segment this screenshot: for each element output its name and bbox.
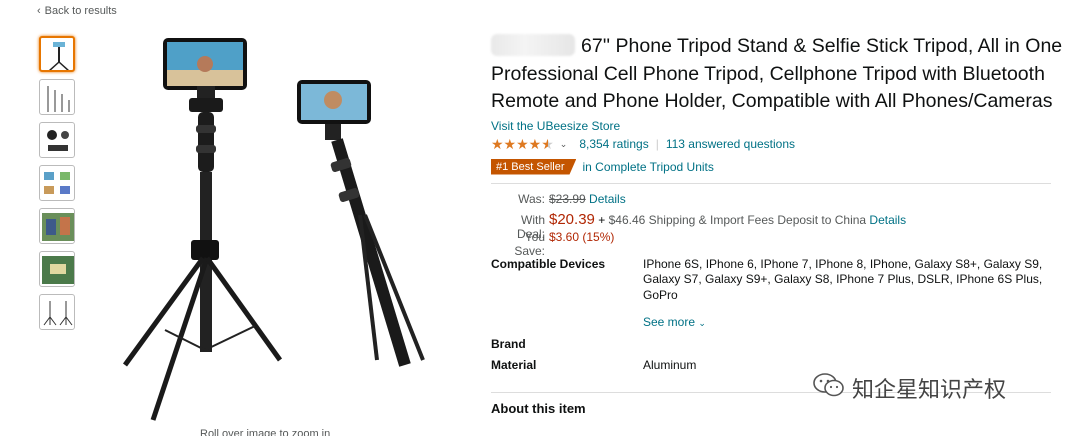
spec-row-devices: Compatible Devices IPhone 6S, IPhone 6, … — [491, 257, 1071, 304]
back-label: Back to results — [44, 5, 117, 17]
redacted-brand — [491, 34, 575, 56]
thumbnail-4[interactable] — [39, 165, 75, 201]
was-label: Was: — [518, 191, 545, 206]
image-caption: Roll over image to zoom in — [200, 428, 331, 436]
spec-label: Brand — [491, 337, 526, 351]
save-label: You Save: — [514, 229, 545, 258]
thumbnail-2[interactable] — [39, 79, 75, 115]
spec-value — [643, 337, 1043, 351]
savings-row: You Save: $3.60 (15%) — [491, 229, 1071, 258]
product-details: 67'' Phone Tripod Stand & Selfie Stick T… — [491, 33, 1071, 416]
spec-label: Material — [491, 358, 537, 372]
divider: | — [655, 137, 659, 151]
spec-value: IPhone 6S, IPhone 6, IPhone 7, IPhone 8,… — [643, 256, 1043, 302]
chevron-down-icon: ⌄ — [698, 318, 706, 328]
thumbnail-6[interactable] — [39, 251, 75, 287]
ratings-count-link[interactable]: 8,354 ratings — [579, 137, 648, 151]
star-rating-icon[interactable]: ★★★★★ — [491, 136, 554, 153]
thumbnail-7[interactable] — [39, 294, 75, 330]
was-price-row: Was: $23.99 Details — [491, 192, 1071, 211]
rating-row: ★★★★★ ⌄ 8,354 ratings | 113 answered que… — [491, 136, 1071, 153]
save-amount: $3.60 (15%) — [549, 229, 615, 244]
product-title-text: 67'' Phone Tripod Stand & Selfie Stick T… — [491, 35, 1063, 112]
watermark-text: 知企星知识产权 — [852, 377, 1007, 402]
product-title: 67'' Phone Tripod Stand & Selfie Stick T… — [491, 33, 1071, 116]
wechat-icon — [812, 372, 846, 404]
store-link[interactable]: Visit the UBeesize Store — [491, 119, 1071, 133]
thumbnail-1[interactable] — [39, 36, 75, 72]
divider-line — [491, 182, 1051, 184]
spec-label: Compatible Devices — [491, 256, 606, 271]
thumbnail-3[interactable] — [39, 122, 75, 158]
deal-price: $20.39 — [549, 210, 595, 228]
chevron-left-icon: ‹ — [37, 5, 41, 17]
best-seller-row: #1 Best Seller in Complete Tripod Units — [491, 159, 1071, 175]
spec-row-brand: Brand — [491, 337, 1071, 351]
was-price: $23.99 — [549, 191, 586, 206]
see-more-link[interactable]: See more ⌄ — [643, 315, 1071, 329]
best-seller-category-link[interactable]: in Complete Tripod Units — [582, 160, 713, 174]
shipping-details-link[interactable]: Details — [869, 213, 906, 227]
watermark: 知企星知识产权 — [812, 372, 1006, 404]
back-to-results-link[interactable]: ‹ Back to results — [37, 5, 117, 17]
answered-questions-link[interactable]: 113 answered questions — [666, 137, 795, 151]
thumbnail-5[interactable] — [39, 208, 75, 244]
chevron-down-icon[interactable]: ⌄ — [560, 139, 568, 150]
product-image[interactable] — [105, 30, 455, 430]
specs-table: Compatible Devices IPhone 6S, IPhone 6, … — [491, 257, 1071, 374]
was-details-link[interactable]: Details — [589, 192, 626, 206]
price-table: Was: $23.99 Details With Deal: $20.39 + … — [491, 192, 1071, 258]
thumbnail-strip — [39, 36, 77, 337]
deal-price-row: With Deal: $20.39 + $46.46 Shipping & Im… — [491, 210, 1071, 241]
see-more-label: See more — [643, 315, 696, 329]
shipping-fees: $46.46 Shipping & Import Fees Deposit to… — [608, 212, 867, 227]
best-seller-badge: #1 Best Seller — [491, 159, 576, 175]
plus-sign: + — [598, 212, 606, 227]
